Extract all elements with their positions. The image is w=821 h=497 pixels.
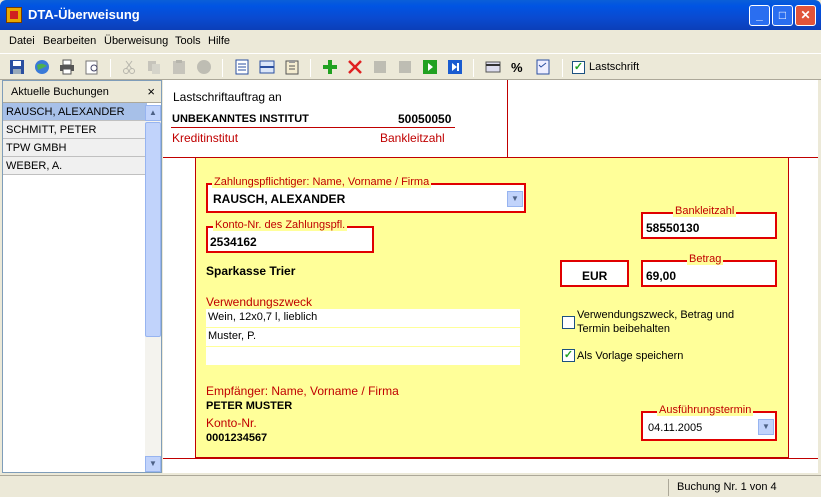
bank-name: Sparkasse Trier [206,264,296,278]
close-button[interactable]: ✕ [795,5,816,26]
toolbar-separator [222,59,223,77]
app-icon [6,7,22,23]
divider [171,127,455,128]
lastschrift-checkbox[interactable]: ✓ [572,61,585,74]
next-record-icon[interactable] [422,59,438,75]
amount-value: 69,00 [646,269,677,283]
kreditinstitut-label: Kreditinstitut [172,131,239,145]
keep-values-label-2: Termin beibehalten [577,323,670,335]
payer-label: Zahlungspflichtiger: Name, Vorname / Fir… [212,176,432,188]
calculator-icon[interactable] [535,59,551,75]
list-item[interactable]: TPW GMBH [3,139,147,157]
currency-field: EUR [560,260,629,287]
execution-date-value: 04.11.2005 [648,422,703,434]
menu-bar: Datei Bearbeiten Überweisung Tools Hilfe [0,31,821,51]
bookings-panel-header: Aktuelle Buchungen × [3,81,161,103]
close-icon[interactable]: × [147,84,155,99]
maximize-button[interactable]: □ [772,5,793,26]
cut-icon[interactable] [121,59,137,75]
print-icon[interactable] [59,59,75,75]
purpose-line-1[interactable]: Wein, 12x0,7 l, lieblich [206,309,520,327]
recipient-bank-header: Lastschriftauftrag an UNBEKANNTES INSTIT… [163,80,818,158]
execution-date-combo[interactable]: Ausführungstermin 04.11.2005 ▼ [641,404,777,441]
minimize-button[interactable]: _ [749,5,770,26]
purpose-label: Verwendungszweck [206,295,313,309]
execution-date-label: Ausführungstermin [657,404,754,416]
copy-icon[interactable] [146,59,162,75]
split-icon[interactable] [259,59,275,75]
blz-field[interactable]: Bankleitzahl 58550130 [641,205,777,239]
title-bar: DTA-Überweisung _ □ ✕ [0,0,821,30]
purpose-line-2[interactable]: Muster, P. [206,328,520,346]
divider [163,458,818,459]
toolbar-separator [110,59,111,77]
chevron-down-icon[interactable]: ▼ [758,419,774,435]
toolbar: % ✓ Lastschrift [0,53,821,80]
card-icon[interactable] [485,59,501,75]
menu-hilfe[interactable]: Hilfe [208,35,230,47]
currency-value: EUR [582,269,608,283]
window-title: DTA-Überweisung [28,7,140,22]
recipient-label: Empfänger: Name, Vorname / Firma [206,384,399,398]
toolbar-separator [562,59,563,77]
menu-tools[interactable]: Tools [175,35,201,47]
percent-icon[interactable]: % [510,59,526,75]
bankleitzahl-label: Bankleitzahl [380,131,445,145]
delete-icon[interactable] [347,59,363,75]
last-record-icon[interactable] [447,59,463,75]
menu-bearbeiten[interactable]: Bearbeiten [43,35,96,47]
menu-datei[interactable]: Datei [9,35,35,47]
account-field[interactable]: Konto-Nr. des Zahlungspfl. 2534162 [206,219,374,253]
save-icon[interactable] [9,59,25,75]
bookings-scrollbar[interactable]: ▲ ▼ [145,105,161,472]
menu-ueberweisung[interactable]: Überweisung [104,35,168,47]
paste-icon[interactable] [171,59,187,75]
add-icon[interactable] [322,59,338,75]
amount-field[interactable]: Betrag 69,00 [641,253,777,287]
bookings-panel: Aktuelle Buchungen × RAUSCH, ALEXANDER S… [2,80,162,473]
amount-label: Betrag [687,253,724,265]
purpose-line-3[interactable] [206,347,520,365]
account-label: Konto-Nr. des Zahlungspfl. [213,219,348,231]
keep-values-label-1: Verwendungszweck, Betrag und [577,309,735,321]
stop-icon[interactable] [196,59,212,75]
list-item[interactable]: RAUSCH, ALEXANDER [3,103,147,121]
transfer-form: Zahlungspflichtiger: Name, Vorname / Fir… [163,158,818,473]
form-panel: Zahlungspflichtiger: Name, Vorname / Fir… [195,158,789,458]
blz-value: 58550130 [646,221,700,235]
order-heading: Lastschriftauftrag an [173,90,282,104]
bookings-panel-title: Aktuelle Buchungen [11,86,109,98]
lastschrift-label: Lastschrift [589,61,640,73]
list-item[interactable]: SCHMITT, PETER [3,121,147,139]
status-record-count: Buchung Nr. 1 von 4 [668,479,818,496]
clipboard-icon[interactable] [284,59,300,75]
save-template-checkbox[interactable]: ✓ [562,349,575,362]
status-bar: Buchung Nr. 1 von 4 [0,475,821,497]
scroll-up-icon[interactable]: ▲ [145,105,161,121]
globe-icon[interactable] [34,59,50,75]
recipient-value: PETER MUSTER [206,400,293,412]
payer-combo[interactable]: Zahlungspflichtiger: Name, Vorname / Fir… [206,176,526,213]
divider [507,80,508,158]
institute-name: UNBEKANNTES INSTITUT [172,113,309,125]
chevron-down-icon[interactable]: ▼ [507,191,523,207]
payer-value: RAUSCH, ALEXANDER [213,192,346,206]
account-value: 2534162 [210,235,257,249]
scroll-down-icon[interactable]: ▼ [145,456,161,472]
first-record-icon[interactable] [372,59,388,75]
svg-text:%: % [511,60,523,75]
recipient-account-value: 0001234567 [206,432,268,444]
list-item[interactable]: WEBER, A. [3,157,147,175]
save-template-label: Als Vorlage speichern [577,350,684,362]
scroll-thumb[interactable] [145,122,161,337]
previous-record-icon[interactable] [397,59,413,75]
toolbar-separator [310,59,311,77]
recipient-account-label: Konto-Nr. [206,416,257,430]
institute-blz: 50050050 [398,112,452,126]
print-preview-icon[interactable] [84,59,100,75]
form-icon[interactable] [234,59,250,75]
blz-label: Bankleitzahl [673,205,737,217]
keep-values-checkbox[interactable] [562,316,575,329]
toolbar-separator [473,59,474,77]
